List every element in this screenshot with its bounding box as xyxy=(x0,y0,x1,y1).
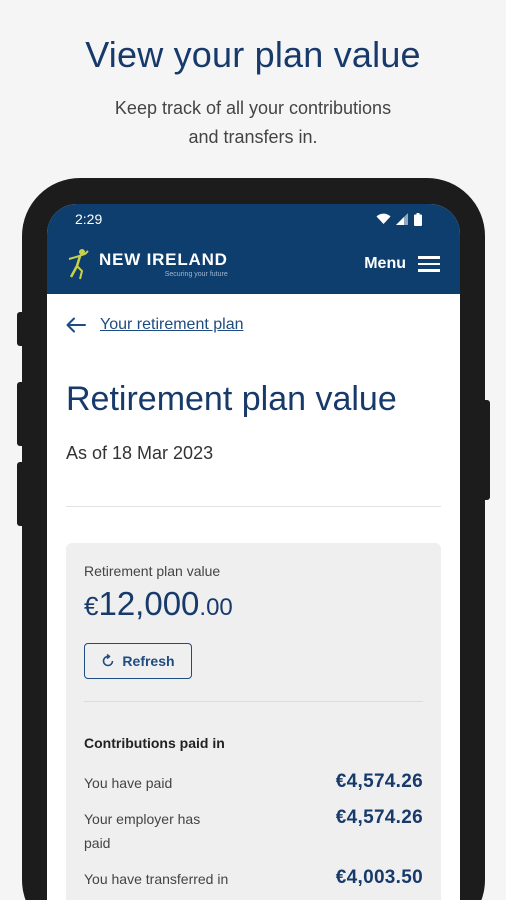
plan-value-card: Retirement plan value € 12,000 .00 Refre… xyxy=(66,543,441,900)
phone-side-button xyxy=(17,312,25,346)
contribution-label: You have transferred in xyxy=(84,871,229,887)
contributions-title: Contributions paid in xyxy=(84,735,225,751)
wifi-icon xyxy=(376,213,391,224)
currency-symbol: € xyxy=(84,591,99,621)
battery-icon xyxy=(414,212,422,226)
phone-screen: 2:29 NEW IRELAND Securing your future Me… xyxy=(47,204,460,900)
app-header: NEW IRELAND Securing your future Menu xyxy=(47,234,460,294)
as-of-date: As of 18 Mar 2023 xyxy=(66,443,214,463)
status-icons xyxy=(376,212,422,226)
contribution-label: Your employer has paid xyxy=(84,811,201,851)
logo-tagline: Securing your future xyxy=(164,271,228,278)
promo-subtitle-line2: and transfers in. xyxy=(188,127,318,147)
menu-button[interactable]: Menu xyxy=(364,255,440,273)
amount-whole: 12,000 xyxy=(98,585,200,622)
status-bar: 2:29 xyxy=(47,204,460,234)
plan-value-amount: € 12,000 .00 xyxy=(84,585,423,623)
status-time: 2:29 xyxy=(75,211,103,227)
promo-subtitle: Keep track of all your contributions and… xyxy=(0,94,506,152)
main-content: Your retirement plan Retirement plan val… xyxy=(47,316,460,900)
back-link-label: Your retirement plan xyxy=(100,316,244,333)
phone-power-button xyxy=(482,400,490,500)
menu-label: Menu xyxy=(364,255,406,272)
promo-subtitle-line1: Keep track of all your contributions xyxy=(114,98,392,118)
brand-logo[interactable]: NEW IRELAND Securing your future xyxy=(65,247,228,281)
refresh-label: Refresh xyxy=(122,653,175,669)
logo-text: NEW IRELAND xyxy=(99,250,228,269)
phone-side-button xyxy=(17,382,25,446)
amount-cents: .00 xyxy=(199,594,233,621)
contribution-row: You have transferred in €4,003.50 xyxy=(84,867,423,891)
contribution-label: You have paid xyxy=(84,775,173,791)
contribution-value: €4,574.26 xyxy=(335,807,423,828)
divider xyxy=(66,506,441,507)
back-arrow-icon xyxy=(66,317,86,333)
contribution-value: €4,003.50 xyxy=(335,867,423,888)
contribution-value: €4,574.26 xyxy=(335,771,423,792)
plan-value-label: Retirement plan value xyxy=(84,563,221,579)
signal-icon xyxy=(396,213,408,225)
hamburger-icon xyxy=(418,256,440,272)
refresh-button[interactable]: Refresh xyxy=(84,643,192,679)
card-divider xyxy=(84,701,423,702)
logo-figure-icon xyxy=(68,249,89,280)
page-title: Retirement plan value xyxy=(66,380,397,418)
back-link[interactable]: Your retirement plan xyxy=(66,316,441,334)
phone-side-button xyxy=(17,462,25,526)
contribution-row: Your employer has paid €4,574.26 xyxy=(84,807,423,855)
refresh-icon xyxy=(103,654,114,667)
promo-title: View your plan value xyxy=(85,34,421,75)
contribution-row: You have paid €4,574.26 xyxy=(84,771,423,795)
